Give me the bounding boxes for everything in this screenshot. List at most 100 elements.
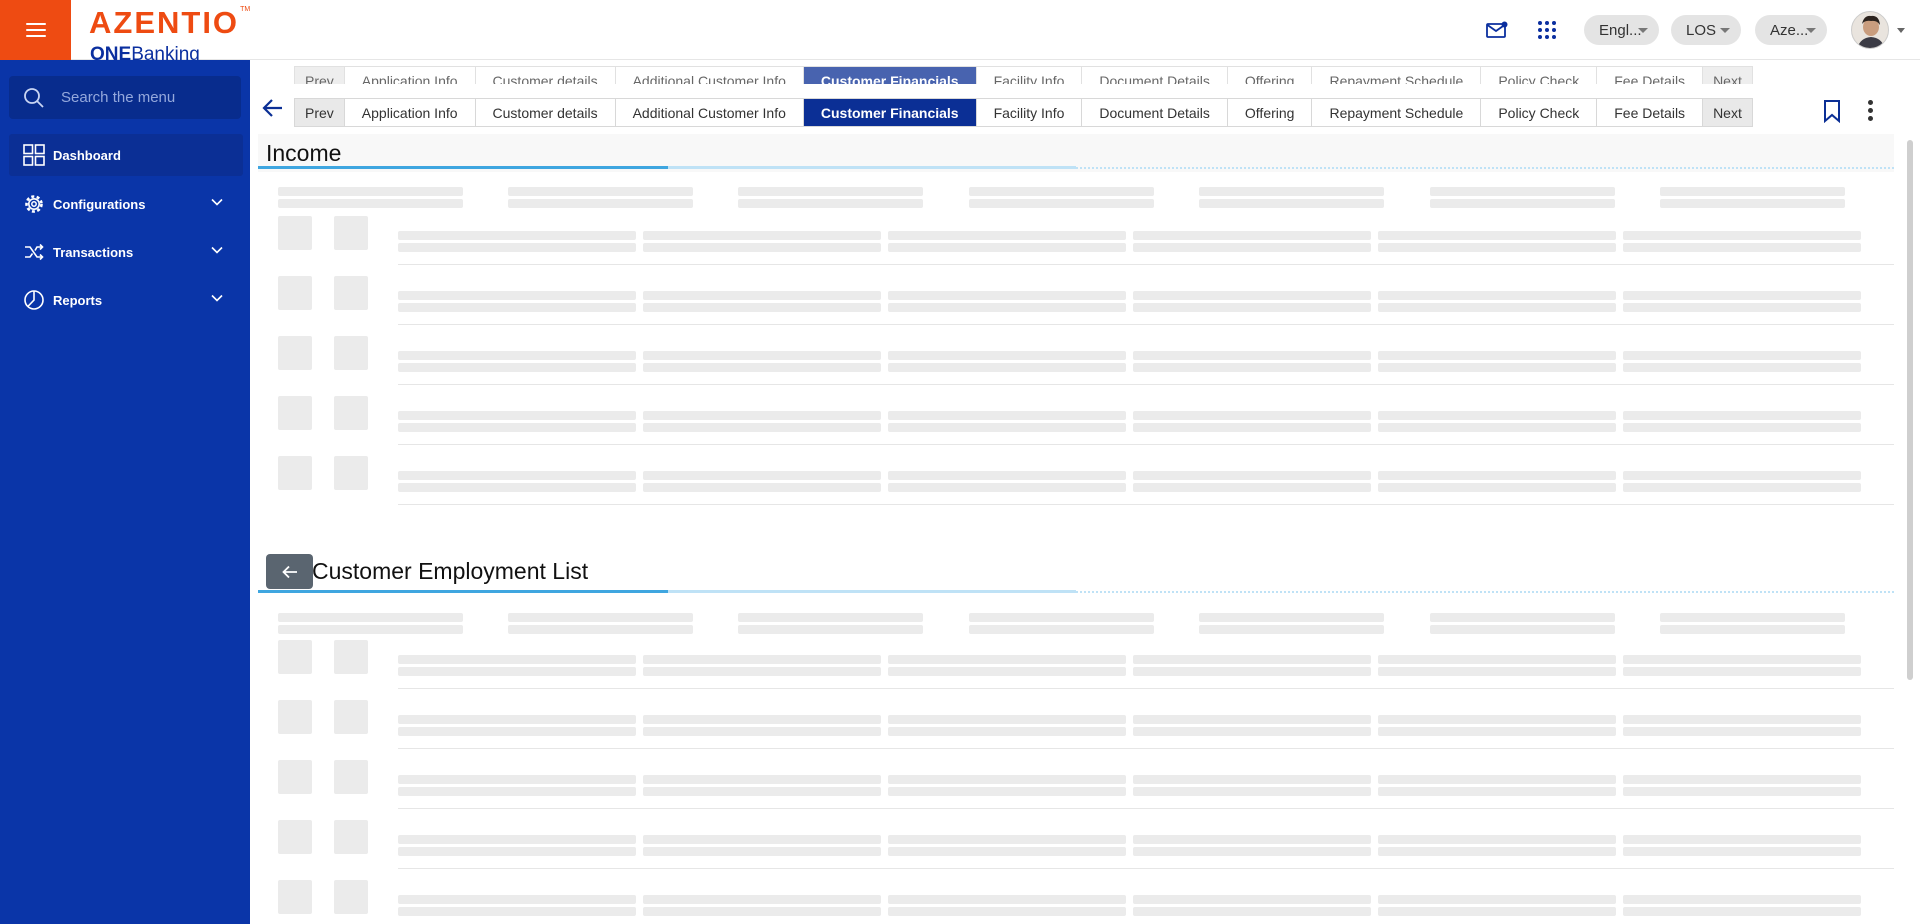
user-avatar[interactable] [1851, 11, 1889, 49]
entity-select[interactable]: Aze... [1755, 15, 1827, 45]
skeleton-header-bar [1199, 613, 1384, 622]
module-value: LOS [1686, 21, 1717, 39]
skeleton-header-bar [1660, 199, 1845, 208]
skeleton-cell-bar [398, 411, 636, 420]
more-options-icon[interactable] [1868, 100, 1874, 126]
tab-repayment-schedule[interactable]: Repayment Schedule [1312, 99, 1482, 126]
skeleton-header-bar [1660, 187, 1845, 196]
skeleton-cell-bar [888, 655, 1126, 664]
skeleton-cell-bar [888, 423, 1126, 432]
mail-notification-icon[interactable] [1484, 17, 1510, 43]
sidebar-item-configurations[interactable]: Configurations [9, 183, 243, 225]
skeleton-row-divider [398, 868, 1894, 869]
tab-offering[interactable]: Offering [1227, 99, 1313, 126]
skeleton-row-divider [398, 324, 1894, 325]
tab-facility-info[interactable]: Facility Info [976, 99, 1083, 126]
menu-search-input[interactable] [61, 76, 231, 119]
sidebar: Dashboard Configurations Transactions Re… [0, 60, 250, 924]
scrollbar-thumb[interactable] [1907, 140, 1913, 680]
skeleton-cell-bar [398, 363, 636, 372]
skeleton-cell-square [278, 820, 312, 854]
skeleton-cell-square [278, 216, 312, 250]
module-select[interactable]: LOS [1671, 15, 1741, 45]
user-photo-icon [1852, 12, 1888, 48]
skeleton-cell-bar [643, 727, 881, 736]
skeleton-cell-bar [1378, 231, 1616, 240]
language-select[interactable]: Engl... [1584, 15, 1659, 45]
skeleton-cell-bar [888, 351, 1126, 360]
tab-policy-check[interactable]: Policy Check [1481, 99, 1598, 126]
skeleton-cell-bar [1623, 291, 1861, 300]
skeleton-cell-bar [1133, 907, 1371, 916]
skeleton-header-bar [1660, 625, 1845, 634]
skeleton-cell-bar [1623, 667, 1861, 676]
azentio-logo[interactable]: AZENTIOTM ONEBanking [89, 6, 309, 60]
skeleton-cell-bar [643, 231, 881, 240]
skeleton-cell-bar [1623, 727, 1861, 736]
sidebar-item-reports[interactable]: Reports [9, 279, 243, 321]
skeleton-cell-bar [1133, 715, 1371, 724]
menu-toggle-button[interactable] [0, 0, 71, 60]
skeleton-cell-bar [888, 787, 1126, 796]
skeleton-header-bar [969, 199, 1154, 208]
chevron-down-icon [211, 198, 223, 206]
tab-additional-customer-info[interactable]: Additional Customer Info [615, 99, 804, 126]
back-arrow-icon[interactable] [262, 98, 284, 118]
skeleton-header-bar [278, 199, 463, 208]
sidebar-item-dashboard[interactable]: Dashboard [9, 134, 243, 176]
skeleton-cell-bar [1133, 411, 1371, 420]
skeleton-cell-square [334, 820, 368, 854]
entity-value: Aze... [1770, 21, 1809, 39]
skeleton-cell-bar [1378, 411, 1616, 420]
skeleton-cell-bar [1133, 667, 1371, 676]
skeleton-cell-square [334, 760, 368, 794]
skeleton-cell-bar [1133, 363, 1371, 372]
tab-document-details[interactable]: Document Details [1082, 99, 1228, 126]
sidebar-item-label: Dashboard [53, 147, 121, 163]
step-tab-bar: Prev Application Info Customer details A… [250, 84, 1920, 136]
chevron-down-icon [211, 246, 223, 254]
skeleton-cell-bar [1623, 471, 1861, 480]
skeleton-cell-bar [398, 895, 636, 904]
skeleton-row-divider [398, 688, 1894, 689]
skeleton-cell-square [334, 640, 368, 674]
skeleton-cell-bar [1133, 303, 1371, 312]
skeleton-cell-bar [1378, 715, 1616, 724]
skeleton-cell-bar [398, 303, 636, 312]
tab-customer-details[interactable]: Customer details [475, 99, 616, 126]
skeleton-cell-bar [1623, 787, 1861, 796]
vertical-scrollbar[interactable] [1907, 140, 1913, 920]
next-tab-button[interactable]: Next [1703, 99, 1752, 126]
skeleton-header-bar [738, 613, 923, 622]
collapse-back-button[interactable] [266, 554, 313, 589]
skeleton-header-bar [1199, 187, 1384, 196]
tab-application-info[interactable]: Application Info [344, 99, 476, 126]
sidebar-item-transactions[interactable]: Transactions [9, 231, 243, 273]
skeleton-cell-bar [643, 715, 881, 724]
skeleton-row-divider [398, 504, 1894, 505]
apps-grid-icon[interactable] [1534, 17, 1560, 43]
user-menu-caret-icon[interactable] [1897, 28, 1905, 33]
skeleton-cell-bar [1133, 291, 1371, 300]
prev-tab-button[interactable]: Prev [295, 99, 345, 126]
income-section-title: Income [266, 140, 342, 166]
skeleton-cell-bar [1378, 655, 1616, 664]
skeleton-cell-bar [1623, 715, 1861, 724]
skeleton-cell-bar [1378, 483, 1616, 492]
skeleton-header-bar [1430, 199, 1615, 208]
skeleton-header-bar [1199, 625, 1384, 634]
tab-fee-details[interactable]: Fee Details [1597, 99, 1704, 126]
bookmark-icon[interactable] [1823, 99, 1841, 123]
arrow-left-icon [281, 565, 297, 578]
skeleton-cell-bar [1378, 303, 1616, 312]
skeleton-header-bar [1430, 625, 1615, 634]
hamburger-icon [25, 23, 46, 37]
pie-chart-icon [24, 290, 44, 310]
skeleton-cell-square [278, 276, 312, 310]
tab-customer-financials[interactable]: Customer Financials [803, 99, 977, 126]
language-value: Engl... [1599, 21, 1642, 39]
skeleton-cell-bar [888, 291, 1126, 300]
skeleton-cell-bar [643, 667, 881, 676]
skeleton-cell-bar [643, 363, 881, 372]
skeleton-cell-bar [888, 715, 1126, 724]
